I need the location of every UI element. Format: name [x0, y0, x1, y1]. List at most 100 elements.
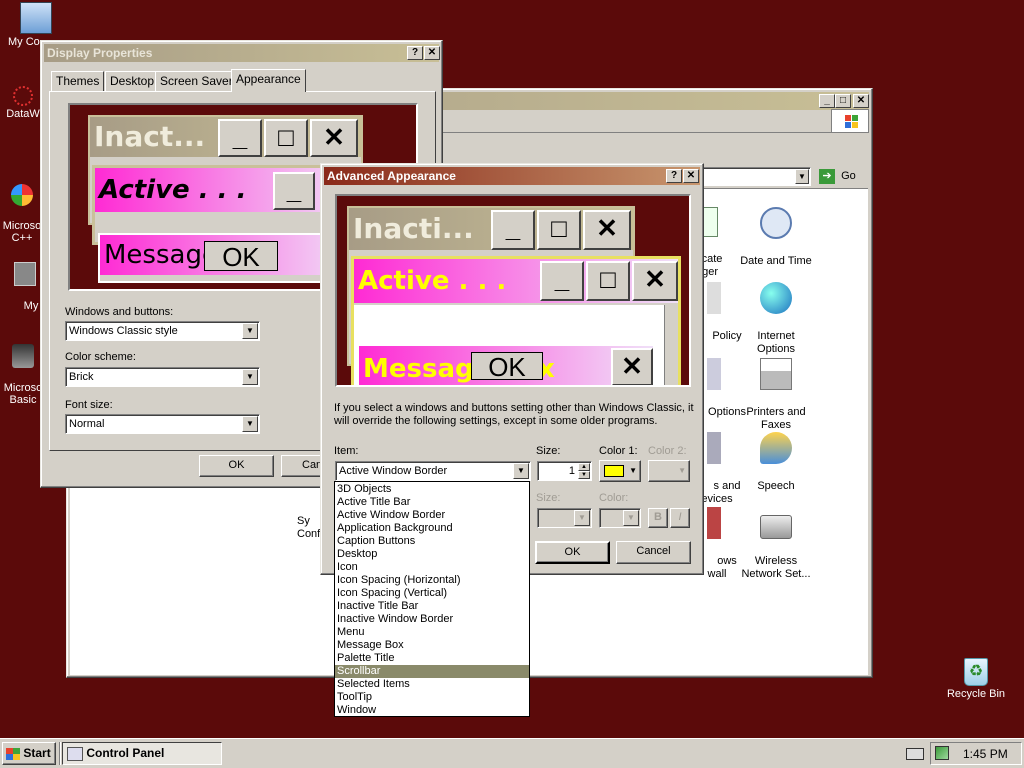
dropdown-option[interactable]: Palette Title [335, 652, 529, 665]
select-value: Windows Classic style [69, 325, 178, 337]
chevron-down-icon: ▼ [629, 466, 637, 475]
ok-button[interactable]: OK [199, 455, 274, 477]
windows-logo-icon [831, 109, 869, 133]
display-properties-titlebar: Display Properties [44, 44, 439, 62]
select-value: Active Window Border [339, 465, 448, 477]
size-label: Size: [536, 445, 561, 457]
network-icon[interactable] [935, 746, 949, 760]
taskbar-task-control-panel[interactable]: Control Panel [62, 742, 222, 765]
size-spinner[interactable]: 1 ▲ ▼ [537, 461, 592, 481]
tab-desktop[interactable]: Desktop [105, 71, 160, 91]
dropdown-option[interactable]: Application Background [335, 522, 529, 535]
clock[interactable]: 1:45 PM [963, 747, 1008, 761]
cp-item-date-time[interactable]: Date and Time [736, 194, 816, 268]
window-title: Advanced Appearance [327, 169, 456, 183]
cp-item-label: Date and Time [740, 255, 812, 267]
dropdown-option[interactable]: Icon [335, 561, 529, 574]
chevron-down-icon[interactable]: ▼ [513, 463, 529, 479]
color1-picker[interactable]: ▼ [599, 460, 641, 482]
chevron-down-icon[interactable]: ▼ [242, 369, 258, 385]
chevron-down-icon[interactable]: ▼ [623, 510, 639, 526]
ok-button[interactable]: OK [535, 541, 610, 564]
dropdown-option[interactable]: ToolTip [335, 691, 529, 704]
preview-close-button: ✕ [611, 348, 653, 385]
close-button[interactable]: ✕ [424, 46, 440, 60]
item-select[interactable]: Active Window Border ▼ [335, 461, 531, 481]
spinner-up-button[interactable]: ▲ [578, 463, 590, 471]
go-button[interactable]: ➔ Go [817, 168, 859, 186]
preview-minimize-button: _ [273, 172, 315, 210]
dropdown-option[interactable]: Active Title Bar [335, 496, 529, 509]
cancel-button[interactable]: Cancel [616, 541, 691, 564]
msvc-icon [11, 184, 33, 206]
start-label: Start [23, 746, 51, 760]
control-panel-icon [67, 746, 83, 761]
dropdown-option[interactable]: 3D Objects [335, 483, 529, 496]
preview-maximize-button: □ [264, 119, 308, 157]
shortcut-icon [14, 262, 36, 286]
close-button[interactable]: ✕ [683, 169, 699, 183]
firewall-icon [707, 507, 721, 539]
cp-item-wireless[interactable]: Wireless Network Set... [736, 494, 816, 581]
help-button[interactable]: ? [407, 46, 423, 60]
select-value: Normal [69, 418, 105, 430]
font-size-select[interactable]: Normal ▼ [65, 414, 260, 434]
close-button[interactable]: ✕ [853, 94, 869, 108]
desktop-icon-msvc[interactable]: Microso C++ [0, 172, 44, 244]
item-dropdown-list[interactable]: 3D Objects Active Title Bar Active Window … [334, 481, 530, 717]
cp-item-speech[interactable]: Speech [736, 419, 816, 493]
preview-minimize-button: _ [540, 261, 584, 301]
italic-button[interactable]: I [670, 508, 690, 528]
color1-label: Color 1: [599, 445, 638, 457]
minimize-button[interactable]: _ [819, 94, 835, 108]
windows-buttons-select[interactable]: Windows Classic style ▼ [65, 321, 260, 341]
info-text: If you select a windows and buttons sett… [334, 402, 694, 427]
select-value: Brick [69, 371, 94, 383]
address-input[interactable]: ▼ [701, 167, 811, 186]
font-color-picker[interactable]: ▼ [599, 508, 641, 528]
dropdown-option[interactable]: Desktop [335, 548, 529, 561]
bold-button[interactable]: B [648, 508, 668, 528]
tab-appearance[interactable]: Appearance [231, 69, 306, 92]
chevron-down-icon[interactable]: ▼ [242, 323, 258, 339]
dropdown-option[interactable]: Inactive Window Border [335, 613, 529, 626]
dropdown-option[interactable]: Icon Spacing (Horizontal) [335, 574, 529, 587]
dropdown-option[interactable]: Selected Items [335, 678, 529, 691]
dropdown-option[interactable]: Inactive Title Bar [335, 600, 529, 613]
wireless-icon [760, 515, 792, 539]
color2-picker[interactable]: ▼ [648, 460, 690, 482]
dropdown-option[interactable]: Window [335, 704, 529, 717]
dropdown-option[interactable]: Active Window Border [335, 509, 529, 522]
desktop-icon-label: DataW [6, 108, 40, 120]
datawindow-icon [13, 86, 33, 106]
chevron-down-icon[interactable]: ▼ [574, 510, 590, 526]
tab-strip: Themes Desktop Screen Saver Appearance [49, 69, 439, 92]
preview-scrollbar [664, 305, 678, 385]
desktop-icon-recycle-bin[interactable]: ♻ Recycle Bin [940, 658, 1012, 700]
keyboard-icon[interactable] [906, 748, 924, 760]
chevron-down-icon: ▼ [678, 466, 686, 475]
color-scheme-select[interactable]: Brick ▼ [65, 367, 260, 387]
color-label: Color: [599, 492, 629, 504]
tab-themes[interactable]: Themes [51, 71, 105, 91]
chevron-down-icon[interactable]: ▼ [242, 416, 258, 432]
spinner-down-button[interactable]: ▼ [578, 471, 590, 479]
preview-maximize-button: □ [537, 210, 581, 250]
color1-swatch [604, 465, 624, 477]
maximize-button[interactable]: □ [835, 94, 851, 108]
tab-screen-saver[interactable]: Screen Saver [155, 71, 238, 91]
start-button[interactable]: Start [2, 742, 56, 765]
dropdown-option[interactable]: Message Box [335, 639, 529, 652]
dropdown-option[interactable]: Menu [335, 626, 529, 639]
dropdown-option[interactable]: Scrollbar [335, 665, 529, 678]
go-arrow-icon: ➔ [819, 168, 835, 184]
recycle-bin-icon: ♻ [964, 658, 988, 686]
size2-label: Size: [536, 492, 561, 504]
help-button[interactable]: ? [666, 169, 682, 183]
vb-icon [12, 344, 34, 368]
font-size-select[interactable]: ▼ [537, 508, 592, 528]
color2-label: Color 2: [648, 445, 687, 457]
dropdown-option[interactable]: Icon Spacing (Vertical) [335, 587, 529, 600]
dropdown-option[interactable]: Caption Buttons [335, 535, 529, 548]
cp-item-internet-options[interactable]: Internet Options [736, 269, 816, 356]
